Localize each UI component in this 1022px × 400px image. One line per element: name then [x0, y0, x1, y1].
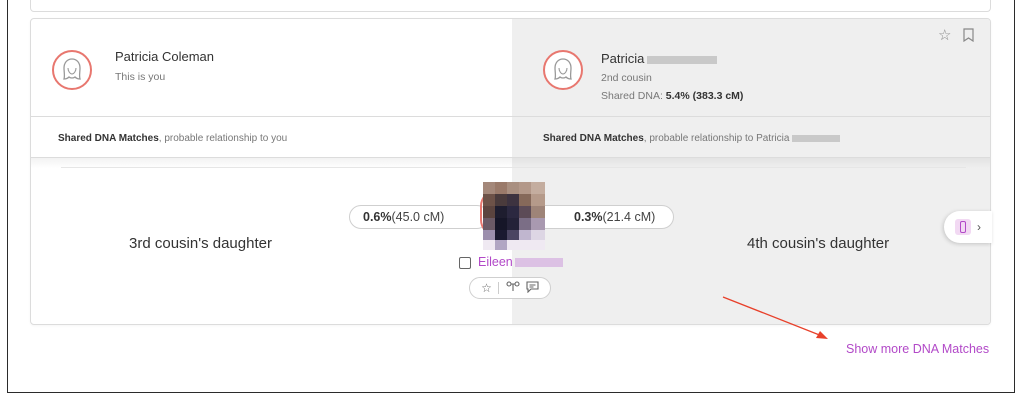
redacted-surname: [792, 134, 841, 142]
list-top-rule: [61, 167, 966, 168]
my-subtitle: This is you: [115, 71, 166, 83]
comment-icon[interactable]: [526, 280, 539, 296]
right-section-label: Shared DNA Matches, probable relationshi…: [543, 133, 841, 144]
my-name: Patricia Coleman: [115, 49, 214, 64]
action-separator: [498, 282, 500, 294]
dna-panel-icon: [955, 219, 971, 235]
left-section-title: Shared DNA Matches: [58, 133, 159, 144]
star-icon[interactable]: ☆: [938, 28, 951, 43]
left-relationship: 3rd cousin's daughter: [129, 235, 272, 252]
show-more-dna-matches-link[interactable]: Show more DNA Matches: [846, 342, 989, 356]
my-shared-cm: (45.0 cM): [391, 210, 445, 224]
match-shared-dna: Shared DNA: 5.4% (383.3 cM): [601, 90, 743, 102]
match-avatar[interactable]: [543, 50, 583, 90]
right-relationship: 4th cousin's daughter: [747, 235, 890, 252]
shared-dna-value: 5.4% (383.3 cM): [665, 90, 744, 102]
bookmark-icon[interactable]: [963, 28, 974, 44]
match-shared-dna-pill: 0.3% (21.4 cM): [531, 205, 674, 229]
match-shared-cm: (21.4 cM): [602, 210, 656, 224]
chevron-right-icon: ›: [977, 220, 981, 234]
shared-match-first-name: Eileen: [478, 255, 513, 269]
shared-dna-label: Shared DNA:: [601, 90, 663, 102]
header-divider: [31, 116, 990, 117]
expand-side-panel-button[interactable]: ›: [944, 211, 992, 243]
my-avatar: [52, 50, 92, 90]
female-silhouette-icon: [554, 58, 572, 80]
match-name[interactable]: Patricia: [601, 51, 718, 66]
left-section-desc: , probable relationship to you: [158, 133, 288, 144]
tree-icon[interactable]: [505, 280, 520, 296]
right-section-title: Shared DNA Matches: [543, 133, 644, 144]
female-silhouette-icon: [63, 58, 81, 80]
match-relationship: 2nd cousin: [601, 72, 652, 84]
previous-card-edge: [30, 0, 991, 12]
match-actions: ☆: [469, 277, 551, 299]
match-first-name: Patricia: [601, 51, 645, 66]
shared-match-name[interactable]: Eileen: [478, 255, 563, 269]
my-shared-pct: 0.6%: [363, 210, 392, 224]
shared-match-photo[interactable]: [483, 182, 545, 250]
my-shared-dna-pill: 0.6% (45.0 cM): [349, 205, 489, 229]
match-shared-pct: 0.3%: [574, 210, 603, 224]
left-section-label: Shared DNA Matches, probable relationshi…: [58, 133, 287, 144]
redacted-surname: [647, 55, 718, 64]
select-match-checkbox[interactable]: [459, 257, 471, 269]
match-column-background: [512, 19, 990, 324]
right-section-desc: , probable relationship to Patricia: [643, 133, 790, 144]
star-icon[interactable]: ☆: [481, 281, 492, 295]
redacted-surname: [514, 258, 563, 268]
